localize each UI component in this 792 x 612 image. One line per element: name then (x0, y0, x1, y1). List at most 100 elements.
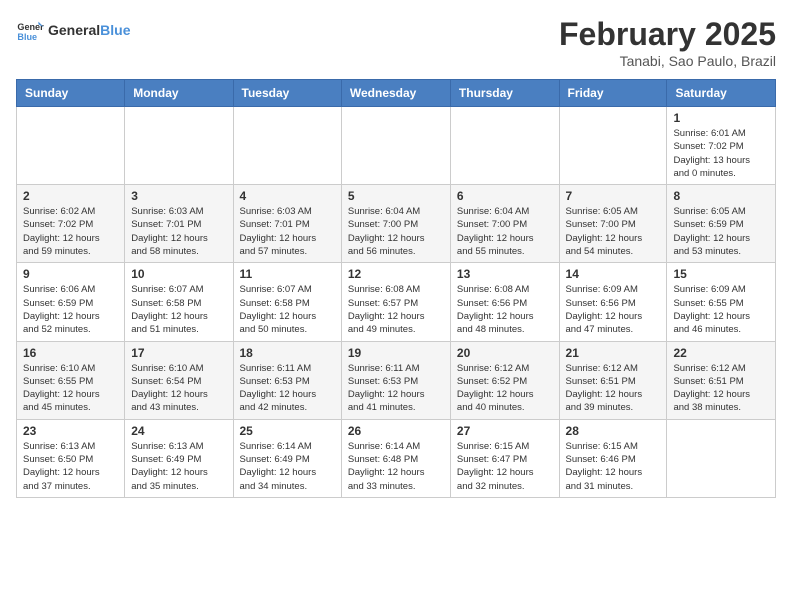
calendar-cell: 11 Sunrise: 6:07 AM Sunset: 6:58 PM Dayli… (233, 263, 341, 341)
day-info: Sunrise: 6:12 AM Sunset: 6:52 PM Dayligh… (457, 362, 553, 415)
weekday-header-friday: Friday (559, 80, 667, 107)
day-info: Sunrise: 6:02 AM Sunset: 7:02 PM Dayligh… (23, 205, 118, 258)
day-info: Sunrise: 6:15 AM Sunset: 6:46 PM Dayligh… (566, 440, 661, 493)
logo-icon: General Blue (16, 16, 44, 44)
day-number: 17 (131, 346, 226, 360)
day-number: 21 (566, 346, 661, 360)
calendar-cell (559, 107, 667, 185)
calendar-cell (450, 107, 559, 185)
calendar-cell: 13 Sunrise: 6:08 AM Sunset: 6:56 PM Dayli… (450, 263, 559, 341)
calendar-cell: 25 Sunrise: 6:14 AM Sunset: 6:49 PM Dayli… (233, 419, 341, 497)
day-info: Sunrise: 6:03 AM Sunset: 7:01 PM Dayligh… (240, 205, 335, 258)
day-info: Sunrise: 6:12 AM Sunset: 6:51 PM Dayligh… (673, 362, 769, 415)
day-number: 6 (457, 189, 553, 203)
day-info: Sunrise: 6:09 AM Sunset: 6:55 PM Dayligh… (673, 283, 769, 336)
calendar-cell: 2 Sunrise: 6:02 AM Sunset: 7:02 PM Daylig… (17, 185, 125, 263)
logo-general: General (48, 22, 100, 38)
day-number: 26 (348, 424, 444, 438)
weekday-header-tuesday: Tuesday (233, 80, 341, 107)
calendar-cell: 26 Sunrise: 6:14 AM Sunset: 6:48 PM Dayli… (341, 419, 450, 497)
day-info: Sunrise: 6:04 AM Sunset: 7:00 PM Dayligh… (348, 205, 444, 258)
weekday-header-saturday: Saturday (667, 80, 776, 107)
calendar-cell: 27 Sunrise: 6:15 AM Sunset: 6:47 PM Dayli… (450, 419, 559, 497)
calendar-cell (667, 419, 776, 497)
day-number: 9 (23, 267, 118, 281)
day-number: 4 (240, 189, 335, 203)
day-number: 22 (673, 346, 769, 360)
day-number: 14 (566, 267, 661, 281)
calendar-cell: 6 Sunrise: 6:04 AM Sunset: 7:00 PM Daylig… (450, 185, 559, 263)
calendar-cell: 17 Sunrise: 6:10 AM Sunset: 6:54 PM Dayli… (125, 341, 233, 419)
day-info: Sunrise: 6:07 AM Sunset: 6:58 PM Dayligh… (240, 283, 335, 336)
day-info: Sunrise: 6:08 AM Sunset: 6:57 PM Dayligh… (348, 283, 444, 336)
day-number: 5 (348, 189, 444, 203)
weekday-header-wednesday: Wednesday (341, 80, 450, 107)
day-info: Sunrise: 6:05 AM Sunset: 7:00 PM Dayligh… (566, 205, 661, 258)
day-number: 25 (240, 424, 335, 438)
day-info: Sunrise: 6:15 AM Sunset: 6:47 PM Dayligh… (457, 440, 553, 493)
calendar-cell: 9 Sunrise: 6:06 AM Sunset: 6:59 PM Daylig… (17, 263, 125, 341)
day-number: 10 (131, 267, 226, 281)
day-number: 7 (566, 189, 661, 203)
day-number: 11 (240, 267, 335, 281)
title-block: February 2025 Tanabi, Sao Paulo, Brazil (559, 16, 776, 69)
calendar-cell: 28 Sunrise: 6:15 AM Sunset: 6:46 PM Dayli… (559, 419, 667, 497)
calendar-cell: 19 Sunrise: 6:11 AM Sunset: 6:53 PM Dayli… (341, 341, 450, 419)
day-number: 2 (23, 189, 118, 203)
day-info: Sunrise: 6:03 AM Sunset: 7:01 PM Dayligh… (131, 205, 226, 258)
day-info: Sunrise: 6:05 AM Sunset: 6:59 PM Dayligh… (673, 205, 769, 258)
calendar-cell (125, 107, 233, 185)
calendar-cell: 21 Sunrise: 6:12 AM Sunset: 6:51 PM Dayli… (559, 341, 667, 419)
day-info: Sunrise: 6:04 AM Sunset: 7:00 PM Dayligh… (457, 205, 553, 258)
location-subtitle: Tanabi, Sao Paulo, Brazil (559, 53, 776, 69)
calendar-week-row: 1Sunrise: 6:01 AM Sunset: 7:02 PM Daylig… (17, 107, 776, 185)
calendar-cell: 3Sunrise: 6:03 AM Sunset: 7:01 PM Daylig… (125, 185, 233, 263)
calendar-cell: 5 Sunrise: 6:04 AM Sunset: 7:00 PM Daylig… (341, 185, 450, 263)
day-info: Sunrise: 6:13 AM Sunset: 6:50 PM Dayligh… (23, 440, 118, 493)
day-number: 15 (673, 267, 769, 281)
day-number: 27 (457, 424, 553, 438)
day-info: Sunrise: 6:11 AM Sunset: 6:53 PM Dayligh… (240, 362, 335, 415)
day-number: 28 (566, 424, 661, 438)
calendar-cell (233, 107, 341, 185)
day-number: 1 (673, 111, 769, 125)
day-number: 16 (23, 346, 118, 360)
day-info: Sunrise: 6:11 AM Sunset: 6:53 PM Dayligh… (348, 362, 444, 415)
calendar-cell: 1Sunrise: 6:01 AM Sunset: 7:02 PM Daylig… (667, 107, 776, 185)
svg-text:Blue: Blue (17, 32, 37, 42)
month-title: February 2025 (559, 16, 776, 53)
day-info: Sunrise: 6:12 AM Sunset: 6:51 PM Dayligh… (566, 362, 661, 415)
page-header: General Blue GeneralBlue February 2025 T… (16, 16, 776, 69)
calendar-cell: 24 Sunrise: 6:13 AM Sunset: 6:49 PM Dayli… (125, 419, 233, 497)
day-info: Sunrise: 6:10 AM Sunset: 6:54 PM Dayligh… (131, 362, 226, 415)
calendar-cell: 18 Sunrise: 6:11 AM Sunset: 6:53 PM Dayli… (233, 341, 341, 419)
calendar-cell: 22 Sunrise: 6:12 AM Sunset: 6:51 PM Dayli… (667, 341, 776, 419)
calendar-cell: 14 Sunrise: 6:09 AM Sunset: 6:56 PM Dayli… (559, 263, 667, 341)
day-number: 18 (240, 346, 335, 360)
weekday-header-thursday: Thursday (450, 80, 559, 107)
calendar-cell: 4 Sunrise: 6:03 AM Sunset: 7:01 PM Daylig… (233, 185, 341, 263)
day-number: 8 (673, 189, 769, 203)
day-number: 24 (131, 424, 226, 438)
calendar-cell: 10 Sunrise: 6:07 AM Sunset: 6:58 PM Dayli… (125, 263, 233, 341)
logo: General Blue GeneralBlue (16, 16, 130, 44)
day-number: 20 (457, 346, 553, 360)
day-number: 19 (348, 346, 444, 360)
day-info: Sunrise: 6:09 AM Sunset: 6:56 PM Dayligh… (566, 283, 661, 336)
calendar-table: SundayMondayTuesdayWednesdayThursdayFrid… (16, 79, 776, 498)
calendar-cell (17, 107, 125, 185)
day-number: 12 (348, 267, 444, 281)
logo-blue: Blue (100, 22, 130, 38)
day-number: 13 (457, 267, 553, 281)
day-info: Sunrise: 6:07 AM Sunset: 6:58 PM Dayligh… (131, 283, 226, 336)
day-info: Sunrise: 6:14 AM Sunset: 6:48 PM Dayligh… (348, 440, 444, 493)
calendar-week-row: 16 Sunrise: 6:10 AM Sunset: 6:55 PM Dayli… (17, 341, 776, 419)
day-info: Sunrise: 6:13 AM Sunset: 6:49 PM Dayligh… (131, 440, 226, 493)
day-info: Sunrise: 6:06 AM Sunset: 6:59 PM Dayligh… (23, 283, 118, 336)
calendar-cell: 12 Sunrise: 6:08 AM Sunset: 6:57 PM Dayli… (341, 263, 450, 341)
day-info: Sunrise: 6:10 AM Sunset: 6:55 PM Dayligh… (23, 362, 118, 415)
day-info: Sunrise: 6:14 AM Sunset: 6:49 PM Dayligh… (240, 440, 335, 493)
day-info: Sunrise: 6:08 AM Sunset: 6:56 PM Dayligh… (457, 283, 553, 336)
calendar-cell: 23Sunrise: 6:13 AM Sunset: 6:50 PM Dayli… (17, 419, 125, 497)
calendar-cell: 8 Sunrise: 6:05 AM Sunset: 6:59 PM Daylig… (667, 185, 776, 263)
